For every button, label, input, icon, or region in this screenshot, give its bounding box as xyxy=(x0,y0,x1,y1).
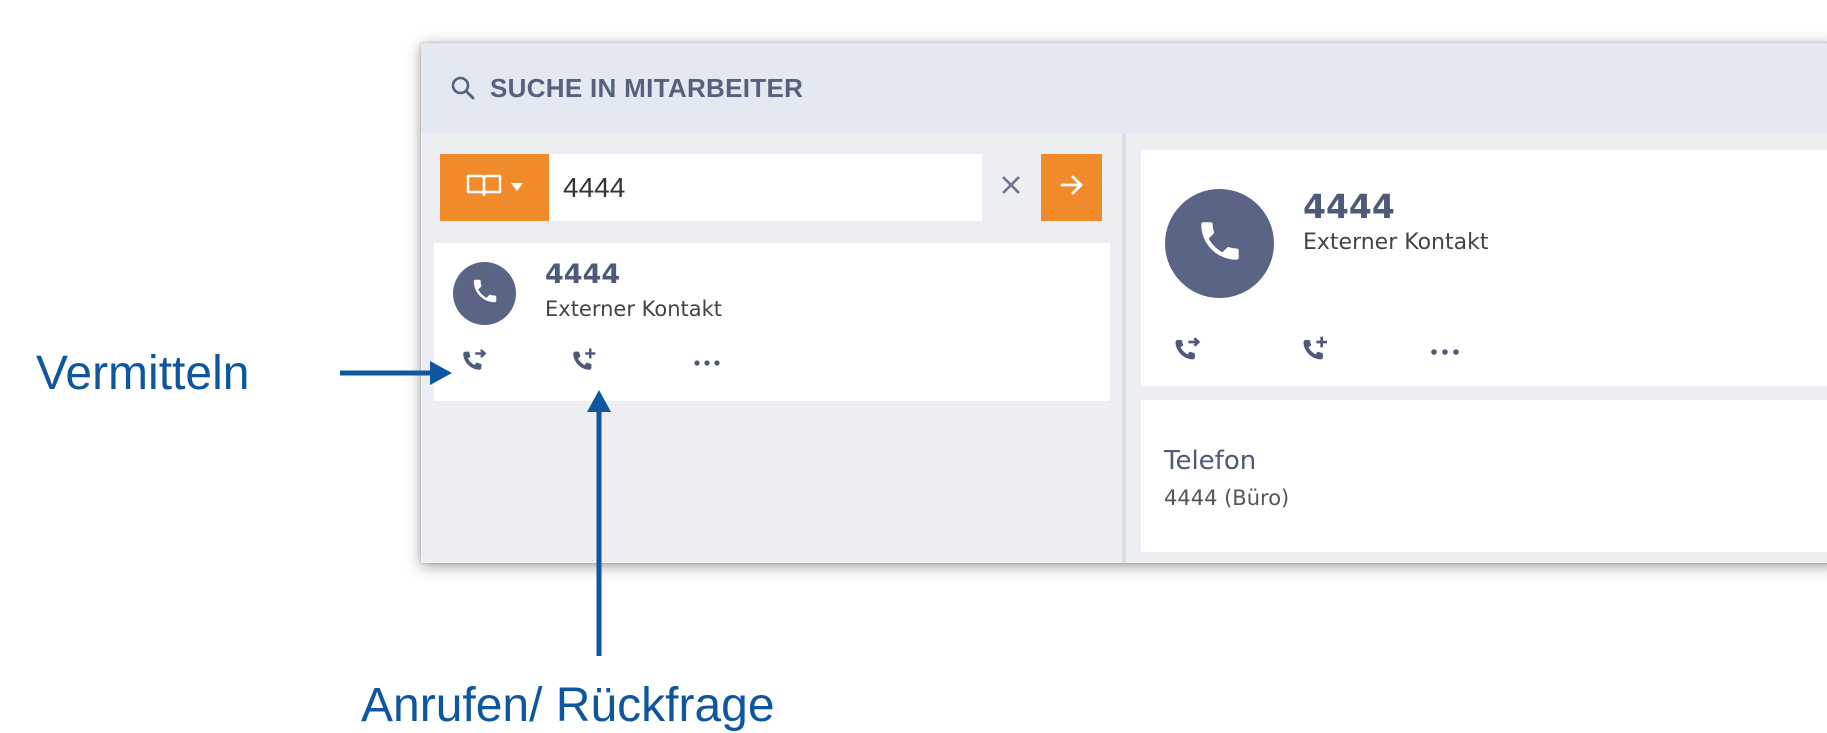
callout-transfer-label: Vermitteln xyxy=(36,347,250,400)
transfer-arrow xyxy=(340,361,452,385)
callout-consult-label: Anrufen/ Rückfrage xyxy=(361,679,775,732)
annotation-arrows xyxy=(340,361,611,656)
consult-arrow xyxy=(587,390,611,656)
